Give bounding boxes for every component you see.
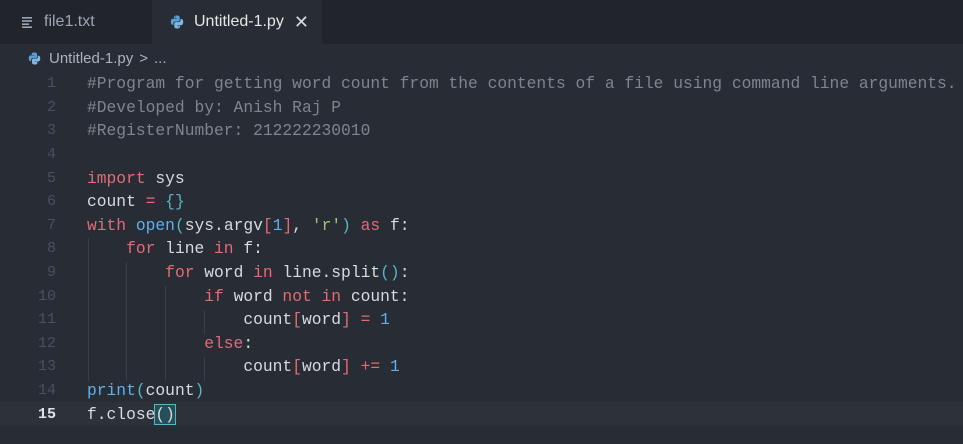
breadcrumb: Untitled-1.py > ...: [0, 44, 963, 72]
code-line: 2 #Developed by: Anish Raj P: [0, 96, 963, 120]
line-number: 5: [46, 169, 56, 187]
python-icon: [28, 51, 41, 65]
line-number: 12: [37, 334, 56, 352]
code-text: count = {}: [87, 192, 185, 212]
line-number: 11: [37, 311, 56, 329]
line-number: 7: [46, 216, 56, 234]
code-line: 14 print(count): [0, 379, 963, 403]
code-text: with open(sys.argv[1], 'r') as f:: [87, 215, 410, 235]
code-line: 11 count[word] = 1: [0, 308, 963, 332]
code-line: 6 count = {}: [0, 190, 963, 214]
python-icon: [170, 15, 184, 29]
code-text: #RegisterNumber: 212222230010: [87, 121, 371, 141]
tab-untitled-1-py[interactable]: Untitled-1.py ✕: [152, 0, 322, 44]
code-line: 5 import sys: [0, 166, 963, 190]
close-icon[interactable]: ✕: [294, 13, 309, 31]
line-number: 8: [46, 240, 56, 258]
bracket-match: (): [154, 403, 176, 425]
line-number: 3: [46, 122, 56, 140]
code-text: for line in f:: [126, 239, 263, 259]
code-line: 7 with open(sys.argv[1], 'r') as f:: [0, 214, 963, 238]
line-number: 14: [37, 382, 56, 400]
tab-label: file1.txt: [44, 13, 95, 30]
tab-label: Untitled-1.py: [194, 13, 284, 30]
line-number: 13: [37, 358, 56, 376]
line-number: 4: [46, 146, 56, 164]
code-line: 4: [0, 143, 963, 167]
line-number: 15: [37, 405, 56, 423]
code-text: f.close(): [87, 403, 176, 425]
code-text: count[word] += 1: [243, 357, 400, 377]
code-text: for word in line.split():: [165, 263, 410, 283]
code-line: 10 if word not in count:: [0, 284, 963, 308]
line-number: 2: [46, 98, 56, 116]
code-line: 13 count[word] += 1: [0, 355, 963, 379]
code-line: 3 #RegisterNumber: 212222230010: [0, 119, 963, 143]
code-text: if word not in count:: [204, 286, 410, 306]
breadcrumb-more[interactable]: ...: [154, 50, 167, 67]
lines-icon: [22, 16, 34, 28]
chevron-right-icon: >: [139, 49, 148, 67]
line-number: 10: [37, 287, 56, 305]
code-text: #Developed by: Anish Raj P: [87, 97, 342, 117]
line-number: 6: [46, 193, 56, 211]
code-line-current: 15 f.close(): [0, 402, 963, 426]
line-number: 1: [46, 75, 56, 93]
breadcrumb-file[interactable]: Untitled-1.py: [49, 50, 133, 67]
code-editor[interactable]: 1 #Program for getting word count from t…: [0, 72, 963, 444]
code-line: 9 for word in line.split():: [0, 261, 963, 285]
tab-bar: file1.txt Untitled-1.py ✕: [0, 0, 963, 44]
code-line: 8 for line in f:: [0, 237, 963, 261]
tab-file1-txt[interactable]: file1.txt: [0, 0, 152, 44]
code-line: 1 #Program for getting word count from t…: [0, 72, 963, 96]
code-text: print(count): [87, 381, 205, 401]
code-text: count[word] = 1: [243, 310, 390, 330]
code-text: import sys: [87, 168, 185, 188]
code-line: 12 else:: [0, 332, 963, 356]
code-text: #Program for getting word count from the…: [87, 74, 957, 94]
line-number: 9: [46, 264, 56, 282]
code-text: else:: [204, 333, 254, 353]
